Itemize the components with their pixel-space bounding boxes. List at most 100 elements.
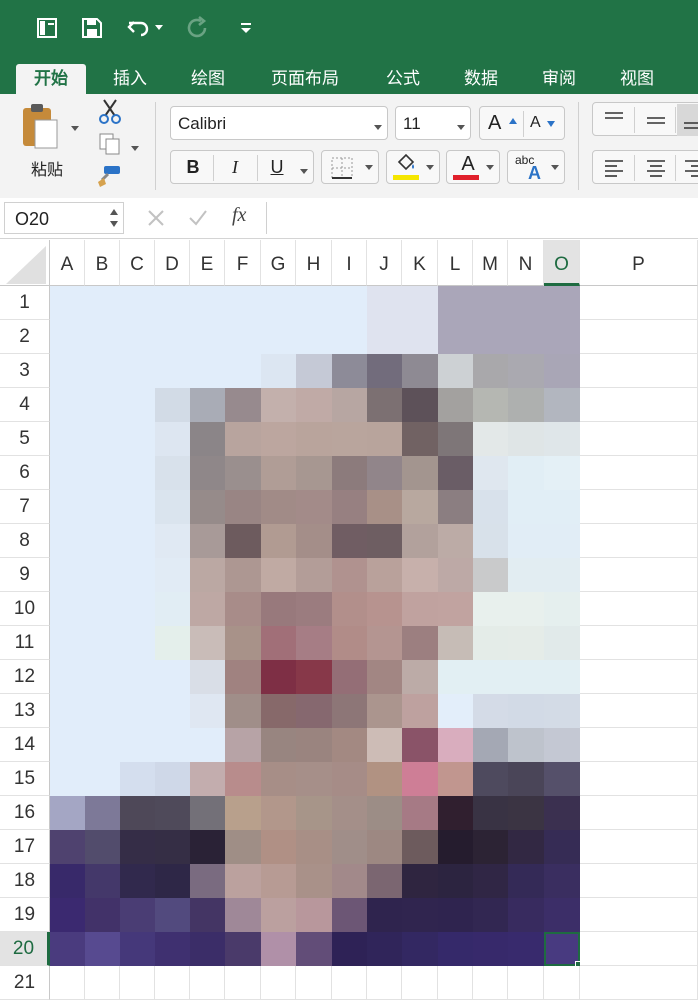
cell-l10[interactable]	[438, 592, 473, 626]
cell-o12[interactable]	[544, 660, 580, 694]
cell-g1[interactable]	[261, 286, 296, 320]
cell-n10[interactable]	[508, 592, 544, 626]
cell-l6[interactable]	[438, 456, 473, 490]
cell-h5[interactable]	[296, 422, 332, 456]
copy-icon[interactable]	[98, 132, 122, 156]
cell-i11[interactable]	[332, 626, 367, 660]
cell-o18[interactable]	[544, 864, 580, 898]
cell-g19[interactable]	[261, 898, 296, 932]
cell-i12[interactable]	[332, 660, 367, 694]
cell-j21[interactable]	[367, 966, 402, 1000]
cell-d7[interactable]	[155, 490, 190, 524]
cell-e14[interactable]	[190, 728, 225, 762]
cell-f11[interactable]	[225, 626, 261, 660]
cell-i15[interactable]	[332, 762, 367, 796]
cell-b10[interactable]	[85, 592, 120, 626]
row-header-4[interactable]: 4	[0, 388, 50, 422]
paste-icon[interactable]	[20, 102, 60, 152]
cell-i1[interactable]	[332, 286, 367, 320]
column-header-e[interactable]: E	[190, 240, 225, 286]
cell-b2[interactable]	[85, 320, 120, 354]
cell-c9[interactable]	[120, 558, 155, 592]
cell-p7[interactable]	[580, 490, 698, 524]
cell-l3[interactable]	[438, 354, 473, 388]
cell-o14[interactable]	[544, 728, 580, 762]
cell-k19[interactable]	[402, 898, 438, 932]
row-header-13[interactable]: 13	[0, 694, 50, 728]
cell-i8[interactable]	[332, 524, 367, 558]
column-header-d[interactable]: D	[155, 240, 190, 286]
cell-p2[interactable]	[580, 320, 698, 354]
cell-k2[interactable]	[402, 320, 438, 354]
cell-k13[interactable]	[402, 694, 438, 728]
row-header-17[interactable]: 17	[0, 830, 50, 864]
cell-p21[interactable]	[580, 966, 698, 1000]
cell-m13[interactable]	[473, 694, 508, 728]
cell-k4[interactable]	[402, 388, 438, 422]
column-header-l[interactable]: L	[438, 240, 473, 286]
cell-a1[interactable]	[50, 286, 85, 320]
cell-p6[interactable]	[580, 456, 698, 490]
cell-o16[interactable]	[544, 796, 580, 830]
cell-n4[interactable]	[508, 388, 544, 422]
cell-o20[interactable]	[544, 932, 584, 970]
tab-home[interactable]: 开始	[16, 64, 86, 94]
cell-l16[interactable]	[438, 796, 473, 830]
cell-m4[interactable]	[473, 388, 508, 422]
tab-page-layout[interactable]: 页面布局	[258, 64, 352, 94]
cell-k5[interactable]	[402, 422, 438, 456]
cell-h16[interactable]	[296, 796, 332, 830]
cell-l4[interactable]	[438, 388, 473, 422]
cell-a8[interactable]	[50, 524, 85, 558]
cell-i7[interactable]	[332, 490, 367, 524]
cell-n18[interactable]	[508, 864, 544, 898]
cell-o21[interactable]	[544, 966, 580, 1000]
row-header-3[interactable]: 3	[0, 354, 50, 388]
copy-dropdown-icon[interactable]	[130, 140, 140, 151]
increase-font-button[interactable]: A	[484, 109, 522, 137]
cell-b3[interactable]	[85, 354, 120, 388]
cell-p15[interactable]	[580, 762, 698, 796]
name-box-stepper-icon[interactable]	[109, 207, 119, 229]
cell-o6[interactable]	[544, 456, 580, 490]
cell-e10[interactable]	[190, 592, 225, 626]
cell-e5[interactable]	[190, 422, 225, 456]
cell-d16[interactable]	[155, 796, 190, 830]
sheet-view-icon[interactable]	[33, 14, 61, 42]
cell-g18[interactable]	[261, 864, 296, 898]
align-center-icon[interactable]	[645, 158, 667, 178]
cell-o17[interactable]	[544, 830, 580, 864]
cell-n2[interactable]	[508, 320, 544, 354]
cell-b5[interactable]	[85, 422, 120, 456]
cell-e2[interactable]	[190, 320, 225, 354]
font-color-button[interactable]: A	[446, 150, 500, 184]
cell-a13[interactable]	[50, 694, 85, 728]
cell-a3[interactable]	[50, 354, 85, 388]
cell-b14[interactable]	[85, 728, 120, 762]
cell-f14[interactable]	[225, 728, 261, 762]
cell-e1[interactable]	[190, 286, 225, 320]
cell-e16[interactable]	[190, 796, 225, 830]
align-left-icon[interactable]	[603, 158, 625, 178]
cell-p18[interactable]	[580, 864, 698, 898]
cell-b9[interactable]	[85, 558, 120, 592]
cell-a21[interactable]	[50, 966, 85, 1000]
cell-l2[interactable]	[438, 320, 473, 354]
cell-h14[interactable]	[296, 728, 332, 762]
cell-m12[interactable]	[473, 660, 508, 694]
cell-p9[interactable]	[580, 558, 698, 592]
cell-m3[interactable]	[473, 354, 508, 388]
cell-b13[interactable]	[85, 694, 120, 728]
row-header-20[interactable]: 20	[0, 932, 50, 966]
column-header-g[interactable]: G	[261, 240, 296, 286]
cell-o8[interactable]	[544, 524, 580, 558]
cell-g2[interactable]	[261, 320, 296, 354]
cell-d13[interactable]	[155, 694, 190, 728]
cell-d1[interactable]	[155, 286, 190, 320]
row-header-9[interactable]: 9	[0, 558, 50, 592]
cell-e15[interactable]	[190, 762, 225, 796]
cell-o7[interactable]	[544, 490, 580, 524]
cell-h4[interactable]	[296, 388, 332, 422]
cell-e6[interactable]	[190, 456, 225, 490]
cell-j6[interactable]	[367, 456, 402, 490]
